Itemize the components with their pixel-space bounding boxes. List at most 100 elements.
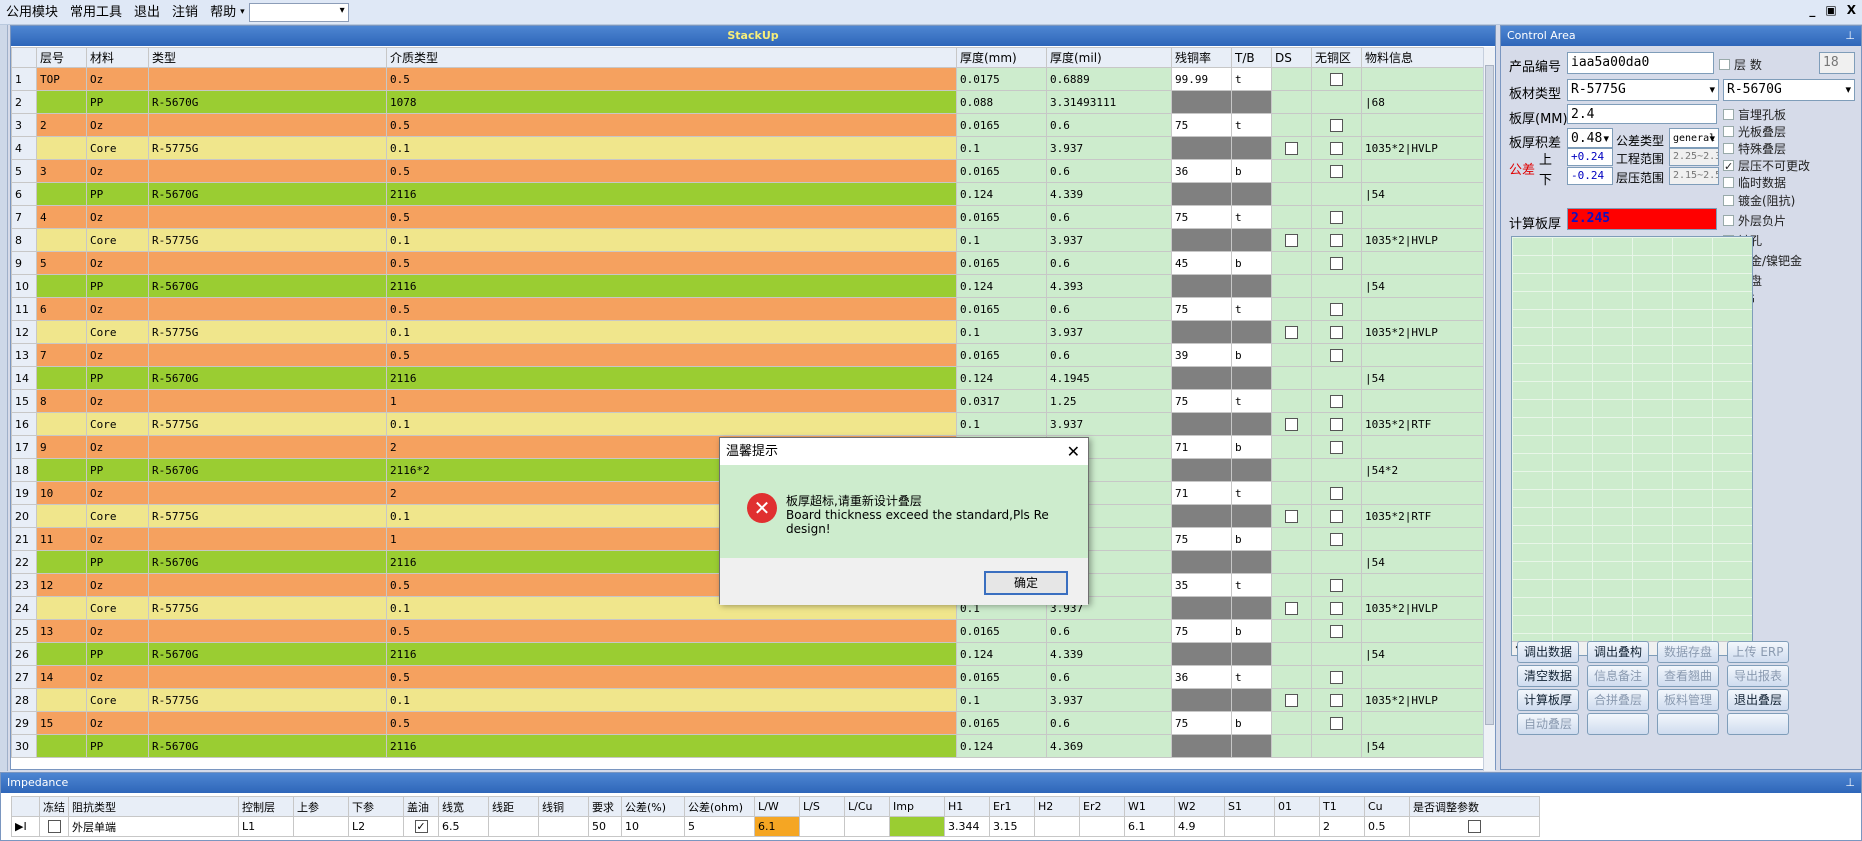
medium-type-cell[interactable]: 2116 <box>386 642 957 666</box>
row-number[interactable]: 6 <box>11 182 37 206</box>
menu-combo[interactable] <box>248 2 349 22</box>
impedance-cell[interactable]: 3.344 <box>944 816 990 837</box>
stackup-col-header[interactable] <box>11 47 37 68</box>
no-copper-checkbox[interactable] <box>1330 440 1343 454</box>
table-row[interactable]: 13 7 Oz 0.5 0.0165 0.6 39 b <box>11 343 1485 367</box>
ds-cell[interactable] <box>1271 527 1312 551</box>
ds-cell[interactable] <box>1271 67 1312 91</box>
impedance-col-header[interactable]: W2 <box>1174 796 1225 817</box>
type-cell[interactable]: R-5670G <box>148 274 387 298</box>
material-info-cell[interactable]: |54 <box>1361 274 1485 298</box>
table-row[interactable]: 30 PP R-5670G 2116 0.124 4.369 |54 <box>11 734 1485 758</box>
residual-copper-cell[interactable] <box>1171 596 1232 620</box>
no-copper-checkbox[interactable] <box>1330 624 1343 638</box>
material-info-cell[interactable]: 1035*2|RTF <box>1361 504 1485 528</box>
material-info-cell[interactable]: |54 <box>1361 642 1485 666</box>
type-cell[interactable] <box>148 665 387 689</box>
type-cell[interactable] <box>148 113 387 137</box>
residual-copper-cell[interactable] <box>1171 642 1232 666</box>
layer-number-cell[interactable] <box>36 136 87 160</box>
thickness-mil-cell[interactable]: 4.339 <box>1046 182 1172 206</box>
thickness-mm-cell[interactable]: 0.0165 <box>956 205 1047 229</box>
menu-public-module[interactable]: 公用模块 <box>0 0 64 25</box>
top-bottom-cell[interactable]: b <box>1231 527 1272 551</box>
material-info-cell[interactable] <box>1361 297 1485 321</box>
residual-copper-cell[interactable]: 75 <box>1171 711 1232 735</box>
top-bottom-cell[interactable]: t <box>1231 665 1272 689</box>
no-copper-cell[interactable] <box>1311 136 1362 160</box>
material-cell[interactable]: Oz <box>86 297 149 321</box>
option-checkbox[interactable] <box>1723 160 1734 171</box>
type-cell[interactable]: R-5775G <box>148 136 387 160</box>
impedance-col-header[interactable]: H2 <box>1034 796 1080 817</box>
ds-cell[interactable] <box>1271 642 1312 666</box>
layer-number-cell[interactable]: 15 <box>36 711 87 735</box>
table-row[interactable]: 3 2 Oz 0.5 0.0165 0.6 75 t <box>11 113 1485 137</box>
material-info-cell[interactable] <box>1361 665 1485 689</box>
thickness-mil-cell[interactable]: 3.937 <box>1046 320 1172 344</box>
impedance-col-header[interactable]: 公差(%) <box>621 796 685 817</box>
option-2[interactable]: 特殊叠层 <box>1723 140 1786 157</box>
type-cell[interactable] <box>148 573 387 597</box>
medium-type-cell[interactable]: 0.1 <box>386 412 957 436</box>
residual-copper-cell[interactable] <box>1171 182 1232 206</box>
type-cell[interactable]: R-5670G <box>148 182 387 206</box>
impedance-col-header[interactable]: 阻抗类型 <box>68 796 239 817</box>
residual-copper-cell[interactable]: 36 <box>1171 665 1232 689</box>
row-number[interactable]: 27 <box>11 665 37 689</box>
table-row[interactable]: 16 Core R-5775G 0.1 0.1 3.937 1035*2|RTF <box>11 412 1485 436</box>
impedance-cell[interactable] <box>403 816 439 837</box>
tolerance-select[interactable]: 0.48 <box>1567 128 1613 148</box>
row-number[interactable]: 16 <box>11 412 37 436</box>
material-cell[interactable]: Oz <box>86 573 149 597</box>
ds-cell[interactable] <box>1271 182 1312 206</box>
table-row[interactable]: 28 Core R-5775G 0.1 0.1 3.937 1035*2|HVLP <box>11 688 1485 712</box>
material-cell[interactable]: PP <box>86 458 149 482</box>
ds-checkbox[interactable] <box>1285 693 1298 707</box>
impedance-cell[interactable]: 50 <box>588 816 622 837</box>
top-bottom-cell[interactable]: b <box>1231 711 1272 735</box>
no-copper-cell[interactable] <box>1311 412 1362 436</box>
table-row[interactable]: 6 PP R-5670G 2116 0.124 4.339 |54 <box>11 182 1485 206</box>
type-cell[interactable] <box>148 67 387 91</box>
no-copper-cell[interactable] <box>1311 389 1362 413</box>
residual-copper-cell[interactable] <box>1171 366 1232 390</box>
impedance-cell[interactable]: ▶I <box>11 816 40 837</box>
material-cell[interactable]: Oz <box>86 435 149 459</box>
dialog-close-icon[interactable]: ✕ <box>1067 438 1080 465</box>
thickness-mil-cell[interactable]: 3.937 <box>1046 412 1172 436</box>
thickness-mm-cell[interactable]: 0.0165 <box>956 711 1047 735</box>
layer-number-cell[interactable] <box>36 504 87 528</box>
layer-number-cell[interactable]: 11 <box>36 527 87 551</box>
row-number[interactable]: 18 <box>11 458 37 482</box>
impedance-col-header[interactable]: 控制层 <box>238 796 294 817</box>
layer-number-cell[interactable]: 5 <box>36 251 87 275</box>
thickness-mil-cell[interactable]: 0.6 <box>1046 665 1172 689</box>
no-copper-checkbox[interactable] <box>1330 601 1343 615</box>
stackup-col-header[interactable]: 厚度(mil) <box>1046 47 1172 68</box>
no-copper-cell[interactable] <box>1311 228 1362 252</box>
material-info-cell[interactable]: |54 <box>1361 734 1485 758</box>
type-cell[interactable]: R-5775G <box>148 320 387 344</box>
ds-cell[interactable] <box>1271 90 1312 114</box>
ds-cell[interactable] <box>1271 504 1312 528</box>
thickness-mil-cell[interactable]: 4.339 <box>1046 642 1172 666</box>
material-info-cell[interactable] <box>1361 67 1485 91</box>
thickness-mm-cell[interactable]: 0.0165 <box>956 665 1047 689</box>
material-info-cell[interactable]: 1035*2|HVLP <box>1361 320 1485 344</box>
material-cell[interactable]: PP <box>86 550 149 574</box>
thickness-mil-cell[interactable]: 0.6 <box>1046 113 1172 137</box>
thickness-mil-cell[interactable]: 0.6 <box>1046 619 1172 643</box>
ds-cell[interactable] <box>1271 619 1312 643</box>
dialog-ok-button[interactable]: 确定 <box>984 571 1068 595</box>
layer-number-cell[interactable] <box>36 458 87 482</box>
no-copper-cell[interactable] <box>1311 642 1362 666</box>
row-number[interactable]: 8 <box>11 228 37 252</box>
top-bottom-cell[interactable] <box>1231 642 1272 666</box>
type-cell[interactable]: R-5670G <box>148 550 387 574</box>
material-info-cell[interactable] <box>1361 573 1485 597</box>
control-button[interactable]: 信息备注 <box>1587 665 1649 687</box>
residual-copper-cell[interactable]: 75 <box>1171 619 1232 643</box>
layer-number-cell[interactable]: 12 <box>36 573 87 597</box>
type-cell[interactable] <box>148 527 387 551</box>
